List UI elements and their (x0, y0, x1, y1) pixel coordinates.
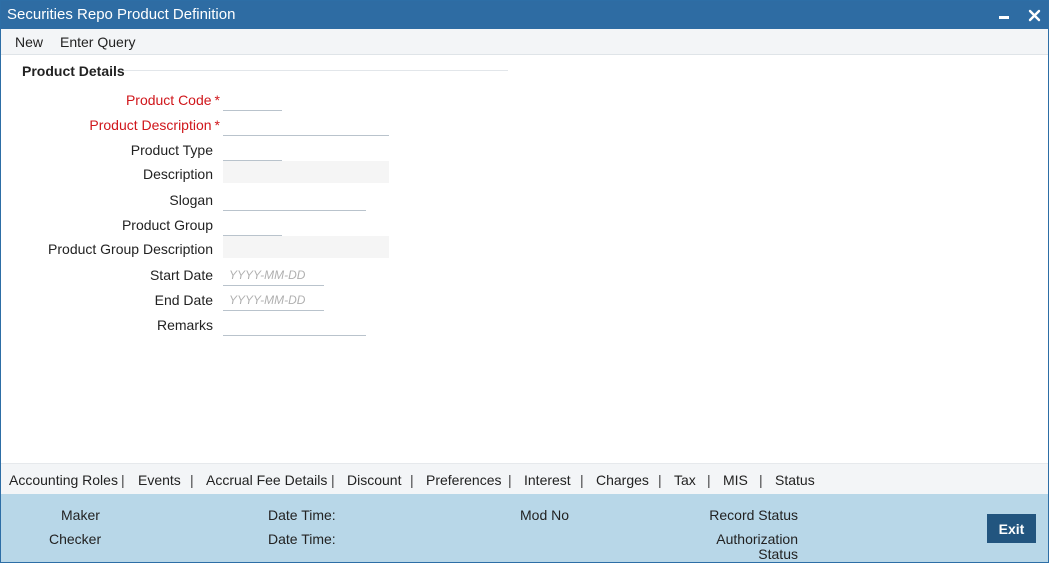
tab-discount[interactable]: Discount (347, 472, 401, 488)
end-date-input[interactable] (223, 289, 324, 311)
end-date-label: End Date (154, 292, 213, 308)
audit-footer: Maker Checker Date Time: Date Time: Mod … (1, 494, 1048, 562)
slogan-label: Slogan (169, 192, 213, 208)
tab-separator: | (190, 472, 194, 488)
product-description-input[interactable] (223, 114, 389, 136)
exit-button[interactable]: Exit (987, 514, 1036, 543)
new-menu-item[interactable]: New (15, 34, 43, 50)
start-date-label: Start Date (149, 267, 213, 283)
tab-accrual-fee-details[interactable]: Accrual Fee Details (206, 472, 327, 488)
minimize-icon[interactable] (993, 4, 1015, 26)
product-type-input[interactable] (223, 139, 282, 161)
end-date-row: End Date (1, 289, 521, 314)
tab-charges[interactable]: Charges (596, 472, 649, 488)
mod-no-label: Mod No (520, 507, 570, 523)
enter-query-menu-item[interactable]: Enter Query (60, 34, 135, 50)
tab-tax[interactable]: Tax (674, 472, 696, 488)
remarks-input[interactable] (223, 314, 366, 336)
product-code-row: Product Code * (1, 89, 521, 114)
product-code-label: Product Code * (125, 92, 220, 108)
authorization-label: Authorization (716, 531, 798, 547)
start-date-row: Start Date (1, 264, 521, 289)
tab-separator: | (410, 472, 414, 488)
product-type-label: Product Type (130, 142, 213, 158)
tab-mis[interactable]: MIS (723, 472, 748, 488)
checker-date-time-label: Date Time: (268, 531, 336, 547)
tab-status[interactable]: Status (775, 472, 815, 488)
tab-accounting-roles[interactable]: Accounting Roles (9, 472, 118, 488)
authorization-status-label: Status (758, 546, 798, 562)
product-group-description-row: Product Group Description (1, 236, 521, 261)
maker-date-time-label: Date Time: (268, 507, 336, 523)
product-group-input[interactable] (223, 214, 282, 236)
tab-bar: Accounting Roles | Events | Accrual Fee … (1, 463, 1048, 494)
product-group-description-label: Product Group Description (48, 241, 213, 257)
tab-separator: | (508, 472, 512, 488)
menu-bar: New Enter Query (1, 29, 1048, 55)
required-mark: * (214, 117, 220, 133)
tab-separator: | (121, 472, 125, 488)
tab-separator: | (580, 472, 584, 488)
required-mark: * (214, 92, 220, 108)
slogan-row: Slogan (1, 189, 521, 214)
window-title: Securities Repo Product Definition (7, 6, 236, 23)
product-description-row: Product Description * (1, 114, 521, 139)
product-code-input[interactable] (223, 89, 282, 111)
section-title: Product Details (22, 63, 125, 79)
tab-separator: | (658, 472, 662, 488)
product-group-label: Product Group (121, 217, 213, 233)
product-group-description-field (223, 236, 389, 258)
maker-label: Maker (61, 507, 100, 523)
description-row: Description (1, 161, 521, 186)
tab-preferences[interactable]: Preferences (426, 472, 501, 488)
remarks-label: Remarks (156, 317, 213, 333)
product-definition-window: Securities Repo Product Definition New E… (0, 0, 1049, 563)
tab-interest[interactable]: Interest (524, 472, 571, 488)
description-label: Description (142, 166, 213, 182)
tab-separator: | (759, 472, 763, 488)
remarks-row: Remarks (1, 314, 521, 339)
record-status-label: Record Status (709, 507, 798, 523)
checker-label: Checker (49, 531, 102, 547)
product-description-label: Product Description * (89, 117, 220, 133)
start-date-input[interactable] (223, 264, 324, 286)
close-icon[interactable] (1023, 4, 1045, 26)
tab-separator: | (707, 472, 711, 488)
description-field (223, 161, 389, 183)
tab-events[interactable]: Events (138, 472, 181, 488)
slogan-input[interactable] (223, 189, 366, 211)
title-bar: Securities Repo Product Definition (1, 1, 1048, 29)
tab-separator: | (331, 472, 335, 488)
